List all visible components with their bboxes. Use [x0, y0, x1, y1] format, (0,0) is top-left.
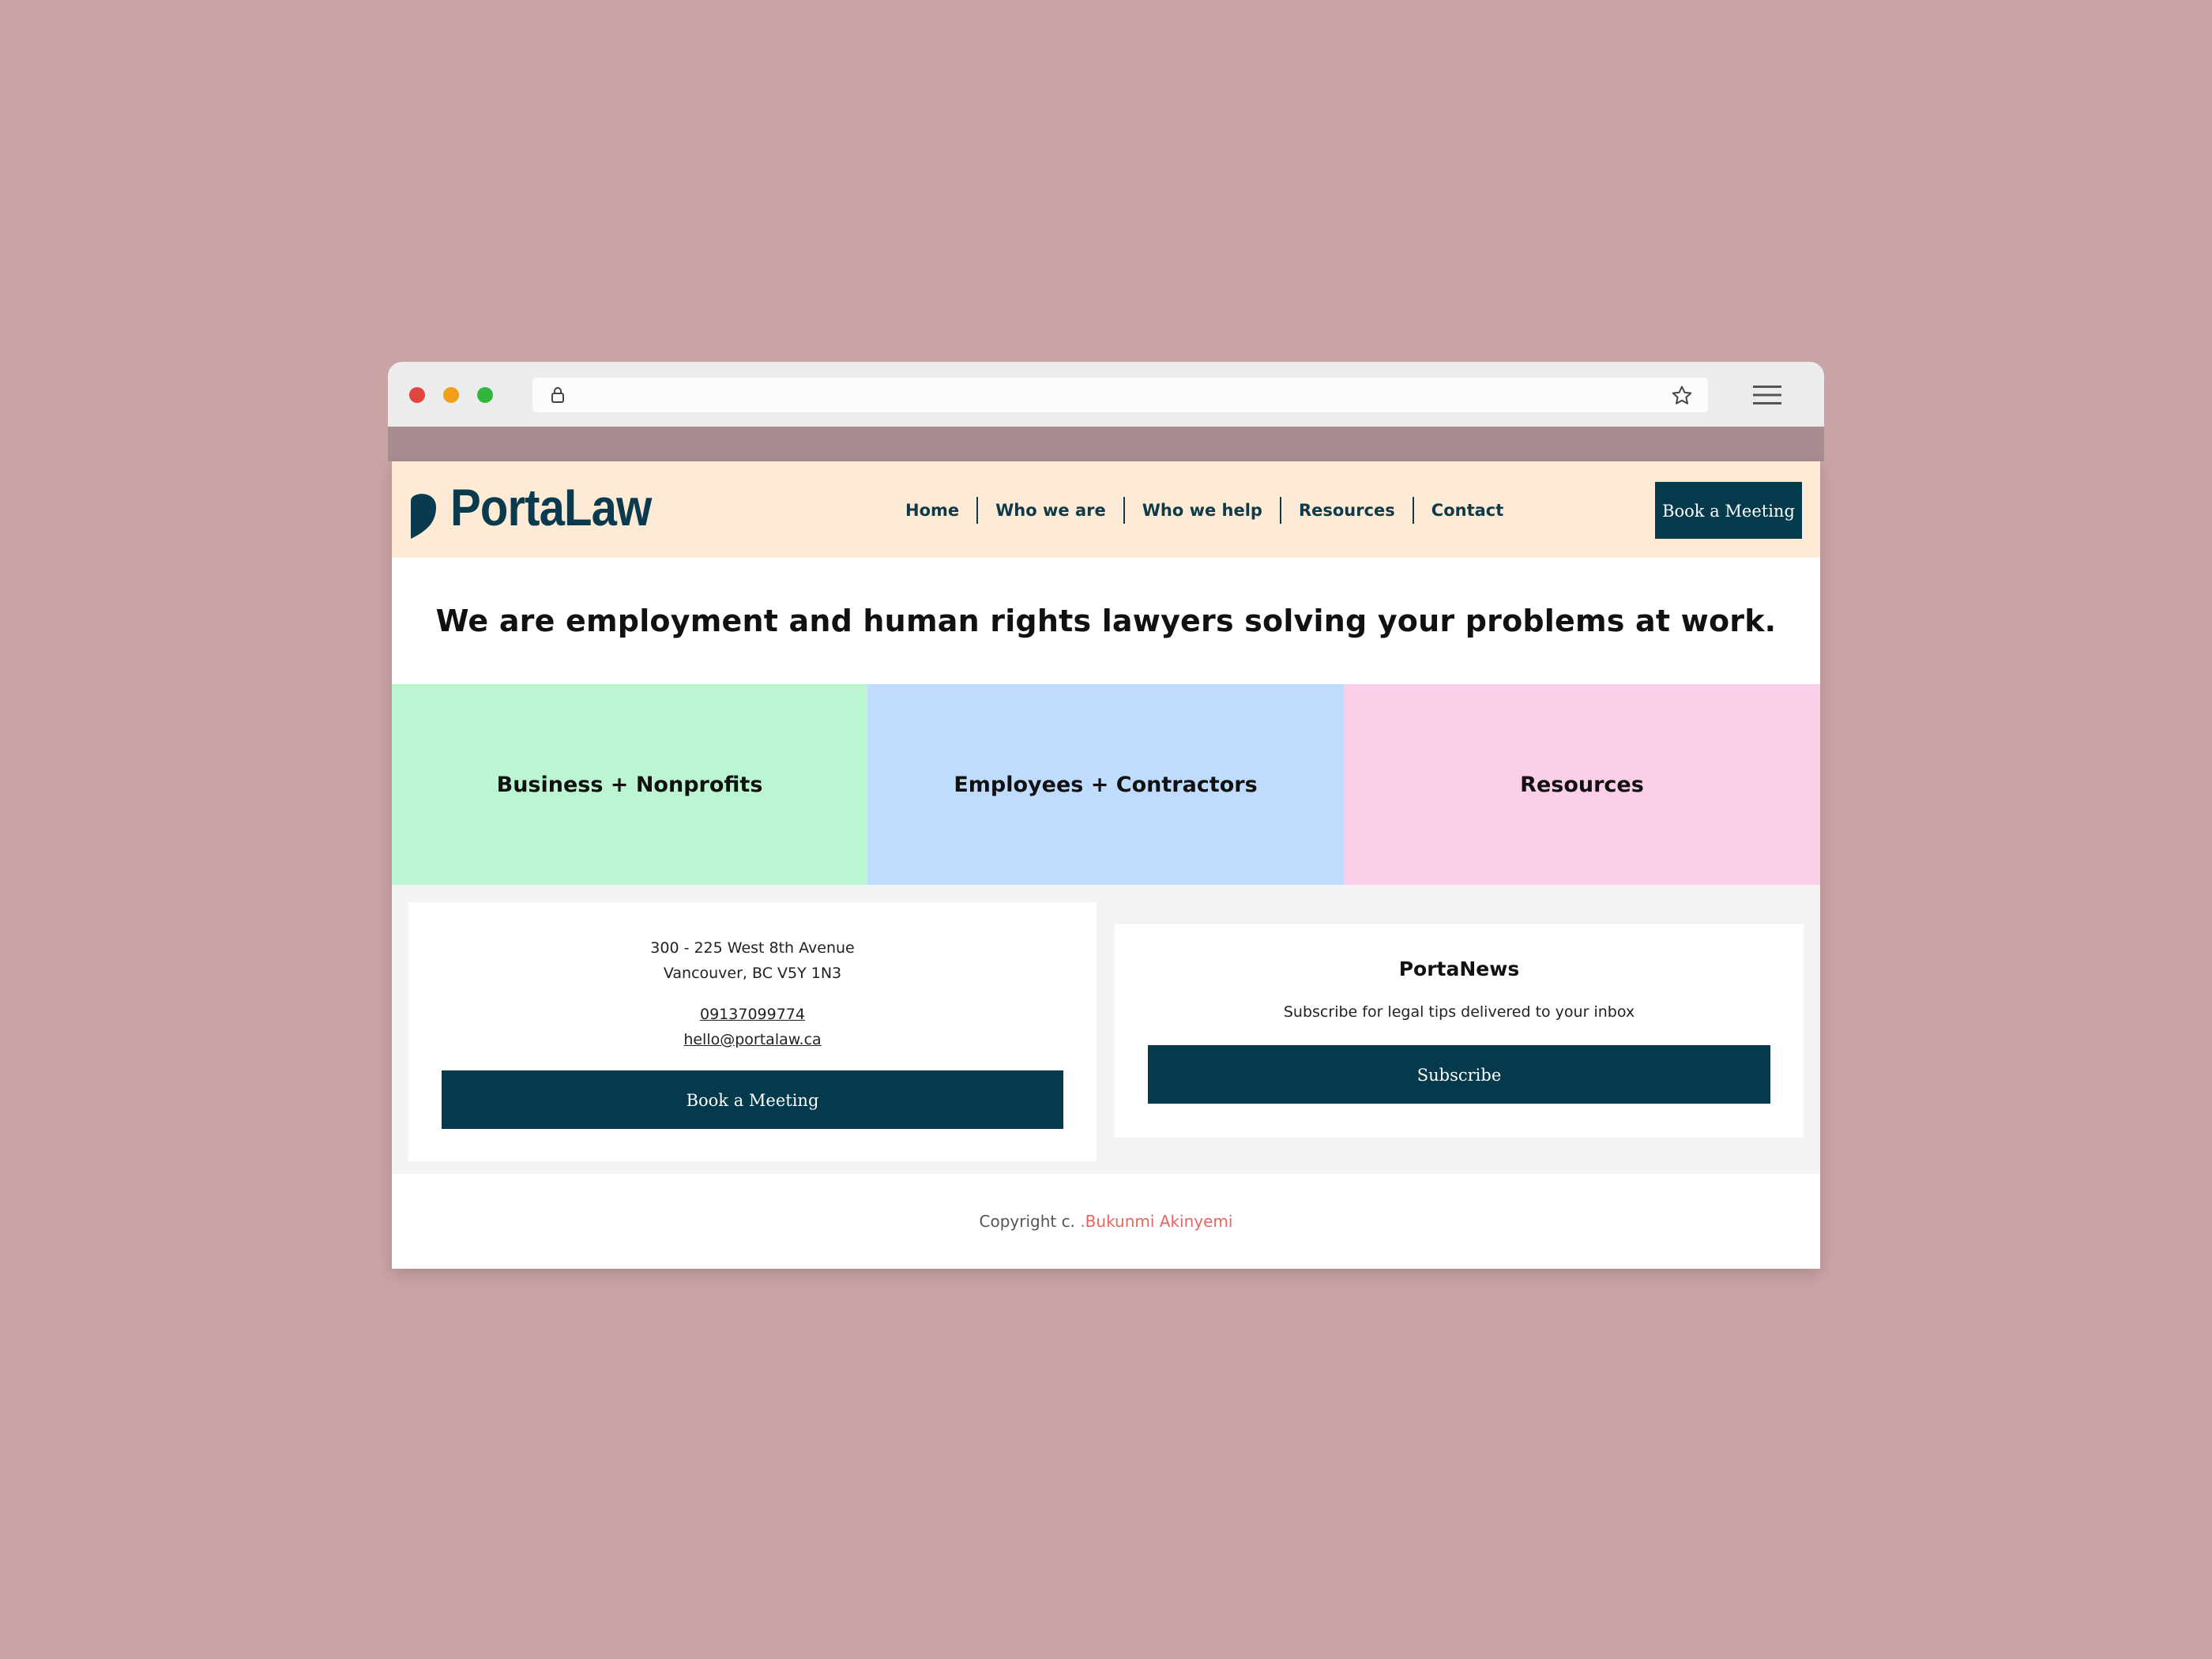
nav-link-who-we-help[interactable]: Who we help [1125, 497, 1280, 524]
subscribe-button[interactable]: Subscribe [1148, 1045, 1770, 1104]
hero-section: We are employment and human rights lawye… [392, 558, 1820, 684]
nav-link-contact[interactable]: Contact [1414, 497, 1522, 524]
audience-tiles: Business + Nonprofits Employees + Contra… [392, 684, 1820, 885]
tile-resources[interactable]: Resources [1344, 684, 1820, 885]
email-link[interactable]: hello@portalaw.ca [408, 1027, 1097, 1052]
toolbar-shadow-strip [388, 427, 1824, 461]
site-logo[interactable]: PortaLaw [450, 476, 652, 539]
hamburger-menu-icon[interactable] [1753, 384, 1781, 406]
site-header: PortaLaw Home Who we are Who we help Res… [392, 461, 1820, 558]
address-bar[interactable] [532, 378, 1708, 412]
nav-link-resources[interactable]: Resources [1281, 497, 1413, 524]
book-meeting-button[interactable]: Book a Meeting [442, 1070, 1063, 1129]
contact-links: 09137099774 hello@portalaw.ca [408, 1002, 1097, 1052]
office-address: 300 - 225 West 8th Avenue Vancouver, BC … [408, 935, 1097, 986]
browser-window: PortaLaw Home Who we are Who we help Res… [388, 362, 1824, 1270]
tile-business-nonprofits[interactable]: Business + Nonprofits [392, 684, 867, 885]
star-icon[interactable] [1670, 384, 1694, 408]
logo-mark-icon [411, 494, 436, 539]
address-line-1: 300 - 225 West 8th Avenue [650, 939, 855, 957]
address-line-2: Vancouver, BC V5Y 1N3 [663, 965, 842, 982]
newsletter-title: PortaNews [1398, 957, 1520, 980]
maximize-window-button[interactable] [477, 387, 493, 403]
lock-icon [551, 387, 564, 403]
main-navigation: Home Who we are Who we help Resources Co… [888, 497, 1521, 524]
browser-toolbar [388, 362, 1824, 427]
newsletter-subtitle: Subscribe for legal tips delivered to yo… [1283, 1003, 1635, 1021]
info-section: 300 - 225 West 8th Avenue Vancouver, BC … [392, 885, 1820, 1174]
author-link[interactable]: .Bukunmi Akinyemi [1080, 1212, 1232, 1231]
contact-card: 300 - 225 West 8th Avenue Vancouver, BC … [408, 902, 1097, 1161]
tile-employees-contractors[interactable]: Employees + Contractors [867, 684, 1344, 885]
newsletter-card: PortaNews Subscribe for legal tips deliv… [1115, 924, 1804, 1138]
close-window-button[interactable] [409, 387, 425, 403]
copyright-text: Copyright c. [979, 1212, 1081, 1231]
phone-link[interactable]: 09137099774 [408, 1002, 1097, 1027]
nav-link-who-we-are[interactable]: Who we are [978, 497, 1123, 524]
web-page: PortaLaw Home Who we are Who we help Res… [392, 461, 1820, 1269]
nav-link-home[interactable]: Home [888, 497, 976, 524]
book-meeting-header-button[interactable]: Book a Meeting [1655, 482, 1802, 539]
site-footer: Copyright c. .Bukunmi Akinyemi [392, 1174, 1820, 1269]
minimize-window-button[interactable] [443, 387, 459, 403]
hero-headline: We are employment and human rights lawye… [435, 604, 1777, 638]
